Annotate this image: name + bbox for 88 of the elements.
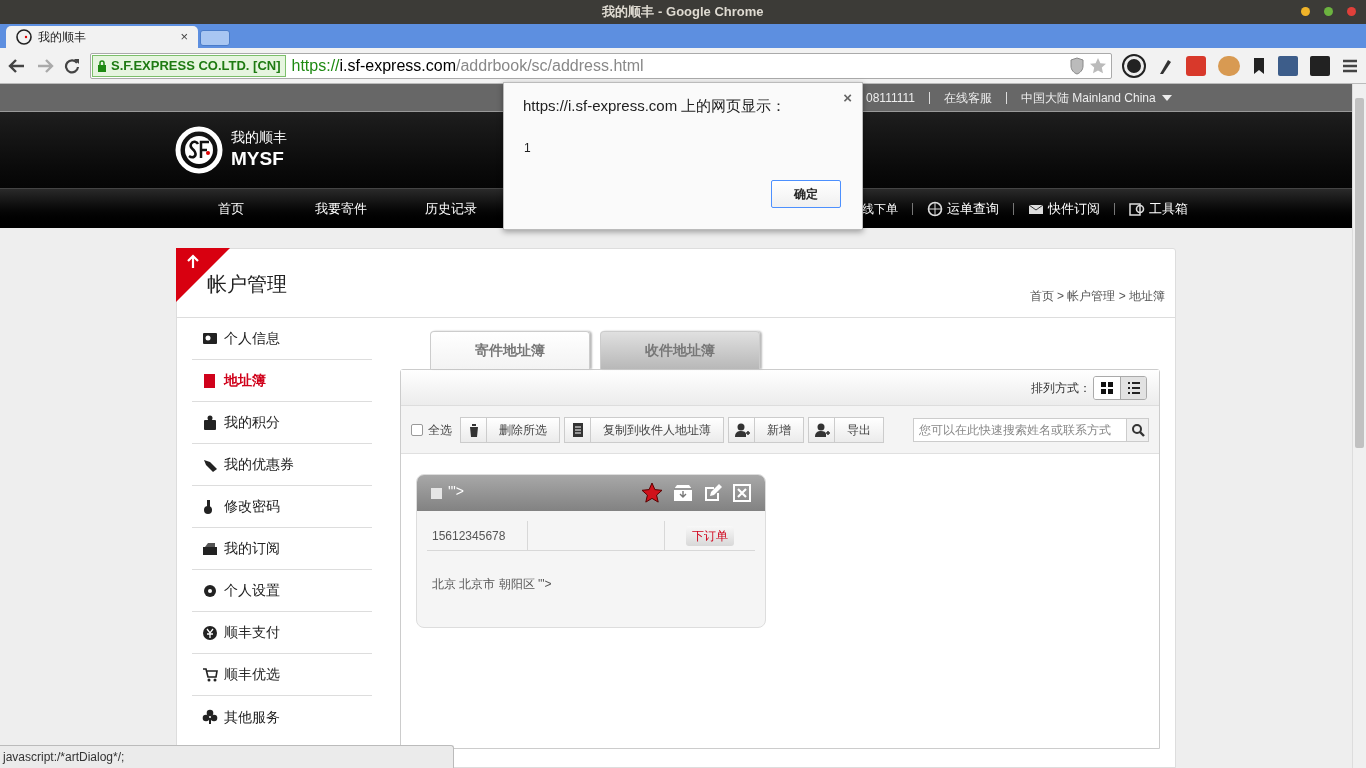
top-link[interactable]: 在线客服 — [943, 88, 992, 107]
nav-link[interactable]: 我要寄件 — [286, 198, 396, 219]
breadcrumb: 首页 > 帐户管理 > 地址簿 — [1029, 288, 1165, 305]
sidebar-item[interactable]: 我的积分 — [192, 402, 372, 444]
sidebar-item[interactable]: 其他服务 — [192, 696, 372, 738]
download-extension-icon[interactable] — [1278, 55, 1298, 76]
logo-text: MYSF — [231, 146, 285, 171]
sidebar-item[interactable]: 我的优惠券 — [192, 444, 372, 486]
nav-link[interactable]: 线下单 — [862, 199, 898, 218]
sidebar-item[interactable]: 地址簿 — [192, 360, 372, 402]
browser-tab[interactable]: 我的顺丰 × — [6, 26, 198, 48]
back-icon[interactable] — [8, 57, 26, 74]
sidebar-item[interactable]: 个人设置 — [192, 570, 372, 612]
sidebar-item[interactable]: 顺丰支付 — [192, 612, 372, 654]
grid-icon — [1099, 379, 1115, 396]
bookmark-star-icon[interactable] — [1089, 56, 1107, 75]
toolbar-button[interactable]: 删除所选 — [460, 416, 560, 443]
maximize-button[interactable] — [1324, 7, 1333, 16]
cart-icon — [202, 666, 218, 683]
toolbar-button[interactable]: 导出 — [808, 416, 884, 443]
contact-checkbox[interactable] — [431, 487, 442, 499]
toolbar-button[interactable]: 新增 — [728, 416, 804, 443]
url-text: https://i.sf-express.com/addrbook/sc/address.html — [291, 55, 645, 76]
list-view-button[interactable] — [1120, 376, 1146, 399]
address-bar[interactable]: S.F.EXPRESS CO.LTD. [CN] https://i.sf-express.com/addrbook/sc/address.html — [90, 52, 1112, 79]
coin-icon — [202, 624, 218, 641]
sidebar-item[interactable]: 顺丰优选 — [192, 654, 372, 696]
top-link[interactable]: 08111111 — [866, 88, 915, 107]
book-icon — [202, 372, 218, 389]
add-user-icon — [733, 421, 750, 438]
id-card-icon — [202, 330, 218, 347]
status-bubble: javascript:/*artDialog*/; — [0, 745, 454, 768]
close-tab-icon[interactable]: × — [180, 27, 188, 47]
contact-name: '"> — [448, 481, 465, 501]
toolbar-button[interactable]: 复制到收件人地址薄 — [564, 416, 724, 443]
list-icon — [1125, 379, 1142, 396]
select-all-checkbox[interactable] — [411, 423, 423, 436]
logo-icon — [175, 126, 223, 174]
dialog-title: https://i.sf-express.com 上的网页显示： — [523, 96, 787, 116]
lock-icon — [97, 59, 107, 72]
extension-icon[interactable] — [1310, 55, 1330, 76]
logo-icon — [16, 29, 32, 45]
clover-icon — [202, 709, 218, 725]
bag-icon — [202, 414, 218, 431]
dialog-close-button[interactable]: × — [843, 87, 852, 110]
select-all-label: 全选 — [428, 421, 452, 439]
nav-link[interactable]: 工具箱 — [1129, 198, 1188, 219]
nav-link[interactable]: 历史记录 — [396, 198, 506, 219]
page-title: 帐户管理 — [207, 272, 287, 297]
bookmark-icon[interactable] — [1252, 55, 1266, 76]
minimize-button[interactable] — [1301, 7, 1310, 16]
extension-icon[interactable] — [1124, 55, 1144, 76]
mail-icon — [202, 540, 218, 557]
nav-icon — [927, 200, 943, 217]
nav-link[interactable]: 首页 — [176, 198, 286, 219]
top-link[interactable]: 中国大陆 Mainland China — [1020, 88, 1172, 107]
scrollbar[interactable] — [1352, 84, 1366, 768]
add-user-icon — [813, 421, 830, 438]
search-icon[interactable] — [1130, 422, 1145, 437]
dropdown-icon — [1161, 94, 1172, 101]
sidebar-item[interactable]: 修改密码 — [192, 486, 372, 528]
contact-address: 北京 北京市 朝阳区 '"> — [432, 576, 552, 593]
search-field[interactable]: 您可以在此快速搜索姓名或联系方式 — [913, 417, 1149, 442]
sort-label: 排列方式： — [1031, 379, 1091, 397]
nav-link[interactable]: 快件订阅 — [1028, 198, 1100, 219]
secure-label: S.F.EXPRESS CO.LTD. [CN] — [92, 54, 286, 77]
logo-text: 我的顺丰 — [231, 129, 287, 147]
address-book-tab[interactable]: 寄件地址簿 — [430, 331, 590, 369]
grid-view-button[interactable] — [1094, 376, 1120, 399]
window-title: 我的顺丰 - Google Chrome — [602, 3, 764, 22]
contact-phone: 15612345678 — [427, 521, 528, 550]
gear-icon — [202, 582, 218, 599]
tab-title: 我的顺丰 — [38, 29, 87, 46]
new-tab-button[interactable] — [200, 30, 230, 46]
close-icon[interactable] — [733, 484, 751, 502]
menu-icon[interactable] — [1342, 58, 1358, 73]
edit-icon[interactable] — [703, 483, 723, 503]
dialog-message: 1 — [524, 140, 531, 157]
star-icon[interactable] — [641, 482, 663, 504]
shield-icon[interactable] — [1069, 56, 1085, 75]
nav-icon — [1129, 200, 1145, 217]
nav-link[interactable]: 运单查询 — [927, 198, 999, 219]
sidebar-item[interactable]: 我的订阅 — [192, 528, 372, 570]
reload-icon[interactable] — [64, 57, 80, 74]
sidebar-item[interactable]: 个人信息 — [192, 318, 372, 360]
archive-icon[interactable] — [673, 484, 693, 502]
ok-button[interactable]: 确定 — [771, 180, 841, 208]
close-button[interactable] — [1347, 7, 1356, 16]
